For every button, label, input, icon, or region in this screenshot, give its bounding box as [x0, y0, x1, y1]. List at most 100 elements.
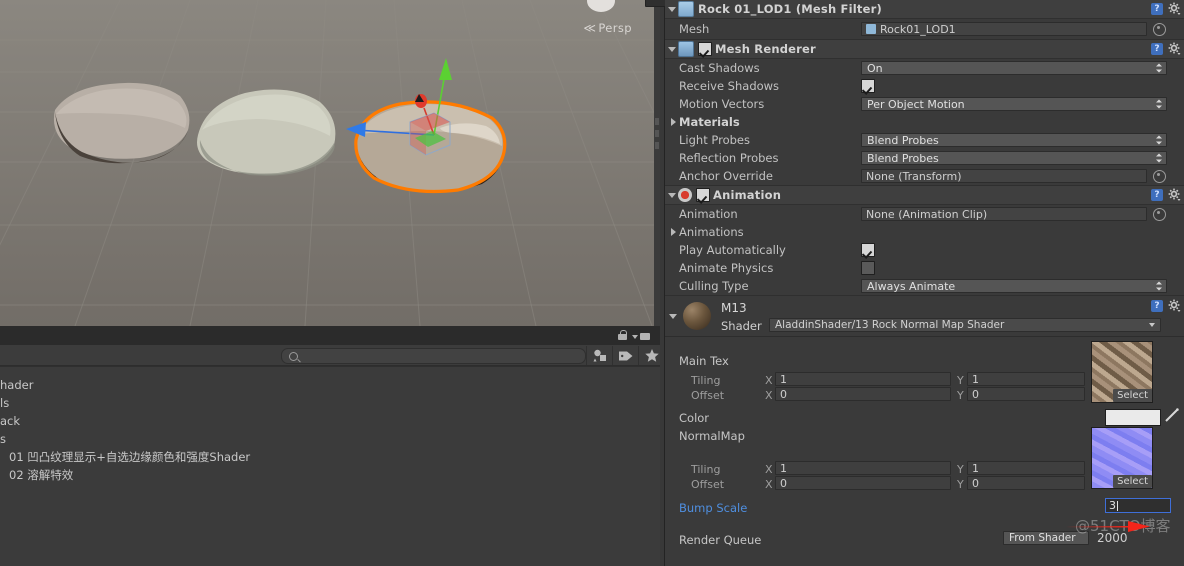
normalmap-tiling-y-input[interactable]: 1	[967, 461, 1085, 475]
receive-shadows-checkbox[interactable]	[861, 79, 875, 93]
foldout-arrow-icon[interactable]	[665, 46, 678, 52]
gear-icon[interactable]	[1168, 299, 1181, 312]
scene-view[interactable]: ≪ Persp	[0, 0, 660, 326]
main-tex-tiling-x-value: 1	[780, 372, 787, 386]
main-tex-tiling-y-value: 1	[972, 372, 979, 386]
component-title: Mesh Renderer	[715, 42, 816, 56]
main-tex-select-button[interactable]: Select	[1113, 389, 1152, 402]
component-title: Rock 01_LOD1 (Mesh Filter)	[698, 2, 882, 16]
row-motion-vectors: Motion Vectors Per Object Motion	[665, 95, 1184, 113]
list-item[interactable]: 02 溶解特效	[0, 466, 660, 484]
list-item[interactable]: ack	[0, 412, 660, 430]
anchor-override-object-field[interactable]: None (Transform)	[861, 169, 1147, 183]
main-tex-tiling-x-input[interactable]: 1	[775, 372, 951, 386]
animate-physics-checkbox[interactable]	[861, 261, 875, 275]
normalmap-tiling-label: Tiling	[691, 463, 721, 476]
row-culling-type: Culling Type Always Animate	[665, 277, 1184, 295]
row-cast-shadows: Cast Shadows On	[665, 59, 1184, 77]
row-light-probes: Light Probes Blend Probes	[665, 131, 1184, 149]
object-picker-icon[interactable]	[1153, 207, 1166, 221]
row-label: Animation	[679, 207, 738, 221]
filter-by-type-icon[interactable]	[586, 346, 613, 365]
project-window: hader ls ack s 01 凹凸纹理显示+自选边缘颜色和强度Shader…	[0, 326, 660, 566]
normalmap-offset-y-input[interactable]: 0	[967, 476, 1085, 490]
light-probes-value: Blend Probes	[867, 133, 939, 147]
panel-menu-icon[interactable]	[632, 333, 650, 340]
chevron-left-icon: ≪	[583, 21, 597, 35]
foldout-arrow-icon[interactable]	[669, 314, 677, 332]
help-icon[interactable]: ?	[1151, 188, 1163, 201]
normalmap-tiling-x-axis: X	[765, 463, 773, 476]
help-icon[interactable]: ?	[1151, 299, 1163, 312]
culling-type-dropdown[interactable]: Always Animate	[861, 279, 1167, 293]
foldout-arrow-icon[interactable]	[669, 228, 677, 236]
normalmap-offset-x-input[interactable]: 0	[775, 476, 951, 490]
scene-view-right-edge	[654, 0, 660, 326]
gear-icon[interactable]	[1168, 188, 1181, 201]
search-input[interactable]	[281, 348, 586, 364]
list-item[interactable]: 01 凹凸纹理显示+自选边缘颜色和强度Shader	[0, 448, 660, 466]
filter-by-label-icon[interactable]	[612, 346, 639, 365]
normalmap-offset-y-value: 0	[972, 476, 979, 490]
play-automatically-checkbox[interactable]	[861, 243, 875, 257]
animation-icon	[678, 188, 692, 202]
shader-dropdown[interactable]: AladdinShader/13 Rock Normal Map Shader	[769, 318, 1161, 332]
bump-scale-input[interactable]: 3	[1105, 498, 1171, 513]
mesh-object-field[interactable]: Rock01_LOD1	[861, 22, 1147, 36]
list-item[interactable]: s	[0, 430, 660, 448]
foldout-arrow-icon[interactable]	[665, 192, 678, 198]
main-tex-texture-slot[interactable]: Select	[1091, 341, 1153, 403]
component-header-animation[interactable]: Animation ?	[665, 186, 1184, 205]
help-icon[interactable]: ?	[1151, 2, 1163, 15]
main-tex-label: Main Tex	[679, 354, 729, 368]
component-enable-checkbox[interactable]	[696, 188, 710, 202]
search-field[interactable]	[303, 348, 557, 364]
help-icon[interactable]: ?	[1151, 42, 1163, 55]
favorite-star-icon[interactable]	[638, 346, 665, 365]
eyedropper-icon[interactable]	[1165, 408, 1179, 422]
shader-value: AladdinShader/13 Rock Normal Map Shader	[775, 319, 1005, 331]
mesh-renderer-icon	[678, 41, 694, 57]
normalmap-tiling-x-input[interactable]: 1	[775, 461, 951, 475]
light-probes-dropdown[interactable]: Blend Probes	[861, 133, 1167, 147]
row-label: Motion Vectors	[679, 97, 765, 111]
scene-grid	[0, 0, 660, 326]
row-reflection-probes: Reflection Probes Blend Probes	[665, 149, 1184, 167]
inspector-window: Rock 01_LOD1 (Mesh Filter) ? Mesh Rock01…	[645, 0, 1184, 566]
annotation-arrow-icon	[1066, 521, 1150, 532]
reflection-probes-dropdown[interactable]: Blend Probes	[861, 151, 1167, 165]
row-label: Play Automatically	[679, 243, 786, 257]
object-picker-icon[interactable]	[1153, 169, 1166, 183]
row-label: Receive Shadows	[679, 79, 780, 93]
component-header-mesh-filter[interactable]: Rock 01_LOD1 (Mesh Filter) ?	[665, 0, 1184, 19]
cast-shadows-dropdown[interactable]: On	[861, 61, 1167, 75]
normalmap-offset-x-value: 0	[780, 476, 787, 490]
material-preview-thumbnail[interactable]	[683, 302, 711, 330]
project-item-list: hader ls ack s 01 凹凸纹理显示+自选边缘颜色和强度Shader…	[0, 376, 660, 484]
gear-icon[interactable]	[1168, 2, 1181, 15]
color-swatch[interactable]	[1105, 409, 1161, 426]
lock-icon[interactable]	[618, 330, 627, 340]
component-header-mesh-renderer[interactable]: Mesh Renderer ?	[665, 40, 1184, 59]
scene-view-projection-label[interactable]: ≪ Persp	[583, 21, 632, 35]
project-tab-bar[interactable]	[0, 326, 660, 345]
mesh-value: Rock01_LOD1	[880, 22, 956, 36]
normalmap-select-button[interactable]: Select	[1113, 475, 1152, 488]
normalmap-texture-slot[interactable]: Select	[1091, 427, 1153, 489]
component-enable-checkbox[interactable]	[698, 42, 712, 56]
row-materials[interactable]: Materials	[665, 113, 1184, 131]
animation-clip-object-field[interactable]: None (Animation Clip)	[861, 207, 1147, 221]
gear-icon[interactable]	[1168, 42, 1181, 55]
motion-vectors-dropdown[interactable]: Per Object Motion	[861, 97, 1167, 111]
row-animations[interactable]: Animations	[665, 223, 1184, 241]
foldout-arrow-icon[interactable]	[669, 118, 677, 126]
culling-type-value: Always Animate	[867, 279, 956, 293]
object-picker-icon[interactable]	[1153, 22, 1166, 36]
list-item[interactable]: hader	[0, 376, 660, 394]
foldout-arrow-icon[interactable]	[665, 6, 678, 12]
main-tex-tiling-y-input[interactable]: 1	[967, 372, 1085, 386]
main-tex-offset-x-input[interactable]: 0	[775, 387, 951, 401]
project-browser-body[interactable]: hader ls ack s 01 凹凸纹理显示+自选边缘颜色和强度Shader…	[0, 366, 660, 566]
list-item[interactable]: ls	[0, 394, 660, 412]
main-tex-offset-y-input[interactable]: 0	[967, 387, 1085, 401]
